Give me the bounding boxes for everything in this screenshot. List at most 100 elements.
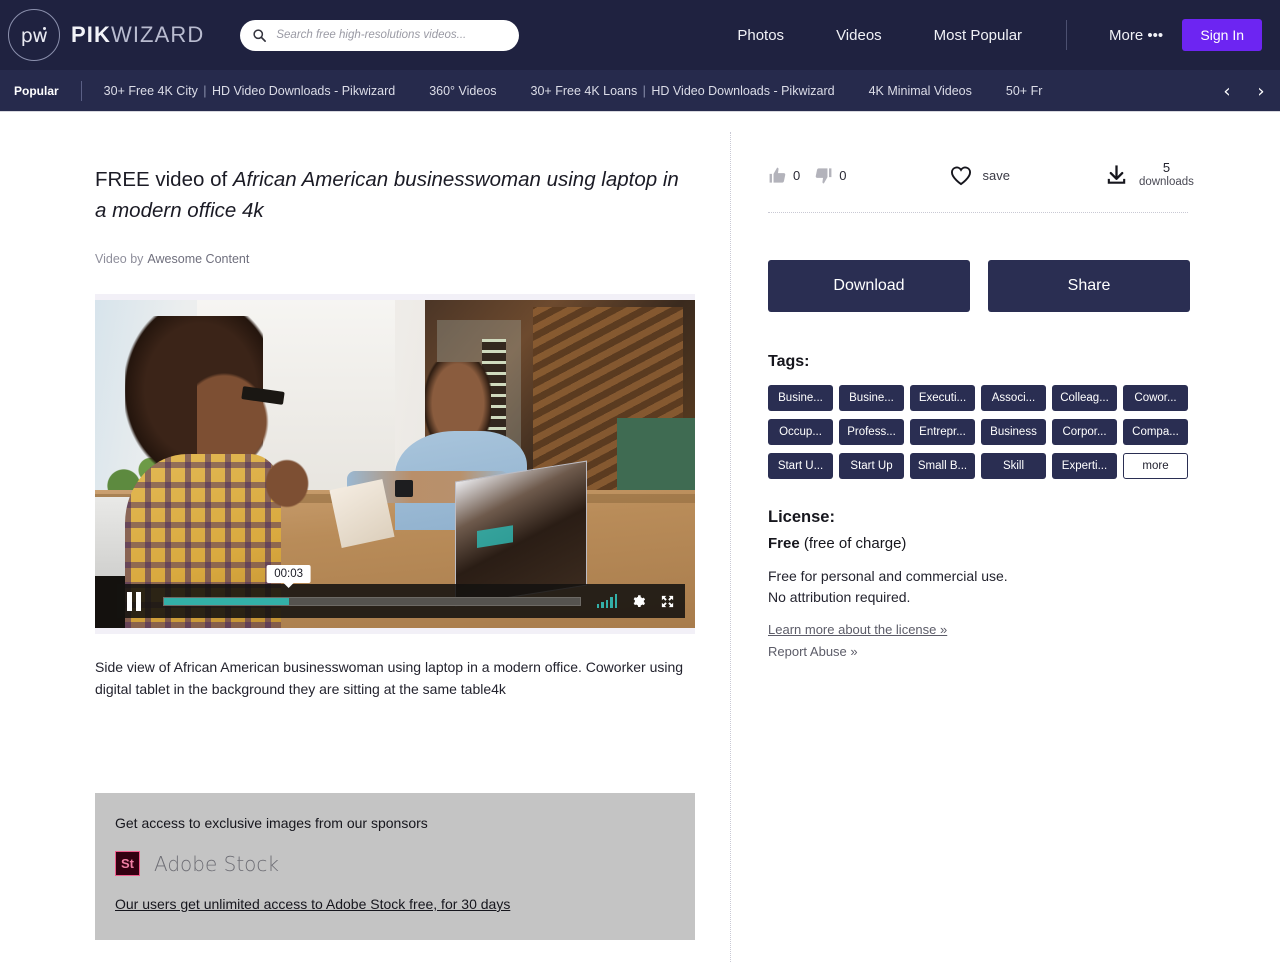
byline-author-link[interactable]: Awesome Content — [147, 252, 249, 266]
thumbs-down-icon[interactable] — [814, 166, 833, 185]
tag-chip[interactable]: Start U... — [768, 453, 833, 479]
license-note: (free of charge) — [803, 535, 907, 552]
pause-button[interactable] — [127, 591, 147, 611]
popular-subnav: Popular 30+ Free 4K City | HD Video Down… — [0, 70, 1280, 112]
logo-circle-icon: pw — [8, 9, 60, 61]
settings-gear-icon[interactable] — [631, 594, 646, 609]
report-abuse-link[interactable]: Report Abuse » — [768, 644, 1188, 659]
tag-chip[interactable]: Business — [981, 419, 1046, 445]
site-logo[interactable]: pw PIKWIZARD — [8, 9, 204, 61]
license-text-line-2: No attribution required. — [768, 589, 911, 605]
vote-group: 0 0 — [768, 166, 854, 185]
video-description: Side view of African American businesswo… — [95, 659, 684, 697]
adobe-stock-icon: St — [115, 851, 140, 876]
action-buttons: Download Share — [768, 260, 1280, 312]
primary-nav: Photos Videos Most Popular More ••• — [711, 20, 1189, 50]
subnav-item-2[interactable]: 30+ Free 4K Loans | HD Video Downloads -… — [531, 84, 835, 98]
sponsor-heading: Get access to exclusive images from our … — [115, 815, 428, 831]
search-icon — [253, 28, 267, 42]
subnav-item-0[interactable]: 30+ Free 4K City | HD Video Downloads - … — [104, 84, 396, 98]
downloads-group: 5 downloads — [1105, 160, 1194, 190]
tag-chip[interactable]: Profess... — [839, 419, 904, 445]
subnav-item-3[interactable]: 4K Minimal Videos — [869, 84, 972, 98]
byline-label: Video by — [95, 252, 144, 266]
tags-list: Busine... Busine... Executi... Associ...… — [768, 385, 1190, 479]
video-player[interactable]: 00:03 — [95, 294, 695, 634]
video-still-image — [95, 300, 695, 628]
tag-chip[interactable]: Occup... — [768, 419, 833, 445]
subnav-item-4[interactable]: 50+ Fr — [1006, 84, 1042, 98]
share-button[interactable]: Share — [988, 260, 1190, 312]
logo-word-wizard: WIZARD — [110, 22, 205, 47]
nav-item-more[interactable]: More ••• — [1083, 27, 1189, 44]
tag-chip[interactable]: Associ... — [981, 385, 1046, 411]
sponsor-brand-name: Adobe Stock — [154, 851, 279, 876]
heart-icon — [951, 166, 972, 185]
subnav-prev-icon[interactable]: ‹ — [1210, 70, 1244, 111]
nav-item-videos[interactable]: Videos — [810, 27, 908, 44]
sign-in-button[interactable]: Sign In — [1182, 19, 1262, 51]
progress-fill — [164, 597, 289, 605]
volume-icon[interactable] — [596, 594, 617, 608]
subnav-item-0-suffix: HD Video Downloads - Pikwizard — [212, 83, 396, 98]
license-text: Free for personal and commercial use. No… — [768, 566, 1188, 608]
subnav-popular-label: Popular — [14, 83, 59, 98]
logo-dot-icon — [43, 27, 46, 30]
tag-chip[interactable]: Cowor... — [1123, 385, 1188, 411]
sponsor-brand: St Adobe Stock — [115, 851, 675, 876]
fullscreen-icon[interactable] — [660, 594, 675, 609]
subnav-item-1[interactable]: 360° Videos — [429, 84, 496, 98]
subnav-item-2-pipe: | — [639, 83, 650, 98]
stats-row: 0 0 save 5 downloads — [768, 160, 1194, 213]
tags-heading: Tags: — [768, 353, 810, 370]
page-title: FREE video of African American businessw… — [95, 164, 695, 226]
tag-chip[interactable]: Start Up — [839, 453, 904, 479]
tag-chip[interactable]: Busine... — [839, 385, 904, 411]
video-frame[interactable]: 00:03 — [95, 300, 695, 628]
license-heading: License: — [768, 508, 835, 526]
learn-more-license-link[interactable]: Learn more about the license » — [768, 622, 1188, 637]
like-count: 0 — [793, 167, 801, 183]
tag-chip[interactable]: Entrepr... — [910, 419, 975, 445]
nav-item-most-popular[interactable]: Most Popular — [908, 27, 1048, 44]
thumbs-up-icon[interactable] — [768, 166, 787, 185]
player-controls: 00:03 — [117, 564, 685, 618]
download-button[interactable]: Download — [768, 260, 970, 312]
dislike-count: 0 — [839, 167, 847, 183]
license-text-line-1: Free for personal and commercial use. — [768, 568, 1008, 584]
tag-chip[interactable]: Corpor... — [1052, 419, 1117, 445]
tag-chip[interactable]: Skill — [981, 453, 1046, 479]
downloads-text: 5 downloads — [1139, 160, 1194, 190]
save-label: save — [982, 167, 1010, 183]
content-column: FREE video of African American businessw… — [0, 112, 730, 964]
nav-divider — [1066, 20, 1068, 50]
tag-chip[interactable]: Compa... — [1123, 419, 1188, 445]
tag-chip[interactable]: Small B... — [910, 453, 975, 479]
downloads-count: 5 — [1162, 160, 1171, 175]
save-button[interactable]: save — [949, 165, 1010, 186]
page-title-prefix: FREE video of — [95, 168, 233, 191]
tags-more-button[interactable]: more — [1123, 453, 1188, 479]
current-time-tooltip: 00:03 — [266, 564, 312, 583]
tag-chip[interactable]: Busine... — [768, 385, 833, 411]
download-icon[interactable] — [1105, 163, 1128, 187]
tag-chip[interactable]: Colleag... — [1052, 385, 1117, 411]
search-input[interactable] — [274, 28, 508, 42]
tag-chip[interactable]: Experti... — [1052, 453, 1117, 479]
sidebar-column: 0 0 save 5 downloads Download Share Tags… — [730, 112, 1280, 964]
subnav-item-0-label: 30+ Free 4K City — [103, 83, 198, 98]
logo-wordmark: PIKWIZARD — [71, 22, 204, 48]
site-header: pw PIKWIZARD Photos Videos Most Popular … — [0, 0, 1280, 70]
sponsor-offer-link[interactable]: Our users get unlimited access to Adobe … — [115, 896, 510, 912]
progress-bar[interactable]: 00:03 — [163, 564, 581, 606]
byline: Video by Awesome Content — [95, 252, 730, 266]
subnav-item-0-pipe: | — [199, 83, 211, 98]
license-value-row: Free (free of charge) — [768, 535, 1188, 552]
search-box[interactable] — [240, 19, 520, 51]
subnav-item-2-label: 30+ Free 4K Loans — [530, 83, 638, 98]
subnav-item-2-suffix: HD Video Downloads - Pikwizard — [651, 83, 835, 98]
license-value: Free — [768, 535, 800, 552]
subnav-next-icon[interactable]: › — [1244, 70, 1278, 111]
nav-item-photos[interactable]: Photos — [711, 27, 810, 44]
tag-chip[interactable]: Executi... — [910, 385, 975, 411]
